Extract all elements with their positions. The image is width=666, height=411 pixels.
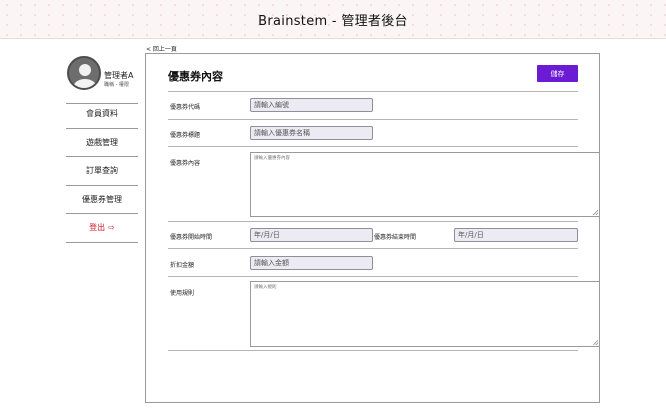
page-title: 優惠券內容 <box>168 70 223 83</box>
coupon-content-textarea[interactable]: 請輸入優惠券內容 <box>250 152 600 217</box>
start-date-label: 優惠券開始時間 <box>170 234 213 241</box>
divider <box>168 221 578 222</box>
coupon-code-input[interactable]: 請輸入編號 <box>250 98 373 112</box>
sidebar-item-games[interactable]: 遊戲管理 <box>66 129 138 157</box>
start-date-input[interactable]: 年/月/日 <box>250 228 373 242</box>
divider <box>168 248 578 249</box>
rules-textarea[interactable]: 請輸入規則 <box>250 281 600 347</box>
sidebar-item-label: 遊戲管理 <box>86 137 118 147</box>
discount-input[interactable]: 請輸入金額 <box>250 256 373 270</box>
sidebar-item-logout[interactable]: 登出 ⇨ <box>66 214 138 243</box>
sidebar-item-members[interactable]: 會員資料 <box>66 100 138 129</box>
profile-role: 職稱 - 權限 <box>104 82 129 88</box>
divider <box>168 91 578 92</box>
app-title: Brainstem - 管理者後台 <box>258 14 408 29</box>
coupon-code-label: 優惠券代碼 <box>170 104 201 111</box>
rules-label: 使用規則 <box>170 290 195 297</box>
coupon-name-label: 優惠券標題 <box>170 132 201 139</box>
sidebar-nav: 會員資料 遊戲管理 訂單查詢 優惠券管理 登出 ⇨ <box>66 100 138 243</box>
resize-handle-icon[interactable] <box>593 210 598 215</box>
logout-icon: ⇨ <box>108 223 115 233</box>
textarea-placeholder: 請輸入優惠券內容 <box>254 156 290 161</box>
resize-handle-icon[interactable] <box>593 340 598 345</box>
textarea-placeholder: 請輸入規則 <box>254 285 277 290</box>
end-date-label: 優惠券結束時間 <box>374 234 417 241</box>
coupon-form-panel: 優惠券內容 儲存 優惠券代碼 請輸入編號 優惠券標題 請輸入優惠券名稱 優惠券內… <box>145 53 600 403</box>
profile-card: 管理者A 職稱 - 權限 <box>66 54 138 104</box>
end-date-input[interactable]: 年/月/日 <box>454 228 578 242</box>
sidebar-item-coupons[interactable]: 優惠券管理 <box>66 186 138 214</box>
profile-name: 管理者A <box>104 71 134 80</box>
sidebar-item-orders[interactable]: 訂單查詢 <box>66 157 138 186</box>
coupon-name-input[interactable]: 請輸入優惠券名稱 <box>250 126 373 140</box>
top-header: Brainstem - 管理者後台 <box>0 0 666 39</box>
coupon-content-label: 優惠券內容 <box>170 160 201 167</box>
save-button[interactable]: 儲存 <box>537 65 578 82</box>
user-avatar-icon <box>67 56 101 90</box>
divider <box>168 146 578 147</box>
back-link[interactable]: < 回上一頁 <box>146 44 177 53</box>
divider <box>168 276 578 277</box>
sidebar-item-label: 優惠券管理 <box>82 194 122 204</box>
sidebar-item-label: 登出 <box>89 223 106 233</box>
sidebar-item-label: 訂單查詢 <box>86 166 118 176</box>
discount-label: 折扣金額 <box>170 262 195 269</box>
sidebar-item-label: 會員資料 <box>86 109 118 119</box>
divider <box>168 119 578 120</box>
divider <box>168 350 578 351</box>
